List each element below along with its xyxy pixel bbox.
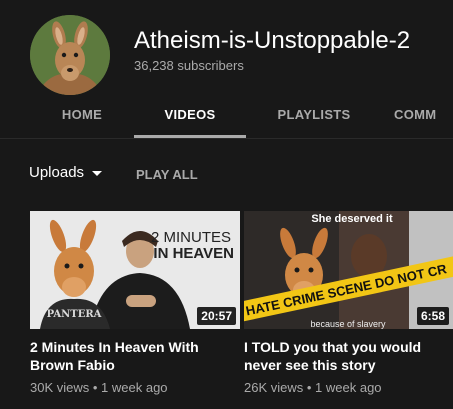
video-title-line: I TOLD you that you would: [244, 339, 422, 355]
video-title-link[interactable]: 2 Minutes In Heaven With Brown Fabio: [30, 338, 240, 374]
upload-age: 1 week ago: [315, 380, 382, 395]
view-count: 26K views: [244, 380, 304, 395]
view-count: 30K views: [30, 380, 90, 395]
thumb-title-text: 2 MINUTES: [151, 229, 231, 246]
tab-label: COMM: [394, 107, 437, 122]
channel-name: Atheism-is-Unstoppable-2: [134, 27, 411, 54]
kangaroo-avatar-image: [30, 15, 110, 95]
video-title-line: never see this story: [244, 357, 376, 373]
tab-home[interactable]: HOME: [47, 95, 117, 136]
tab-videos[interactable]: VIDEOS: [134, 95, 246, 138]
uploads-dropdown[interactable]: Uploads: [29, 164, 103, 181]
video-title-line: 2 Minutes In Heaven With: [30, 339, 199, 355]
caret-down-icon: [92, 170, 103, 176]
tab-community[interactable]: COMM: [394, 95, 453, 136]
meta-separator: •: [89, 380, 102, 395]
video-meta: 26K views • 1 week ago: [244, 380, 382, 395]
thumb-bottom-text: because of slavery: [310, 319, 386, 329]
play-all-button[interactable]: PLAY ALL: [136, 167, 198, 182]
subscriber-count: 36,238 subscribers: [134, 58, 244, 73]
thumb-shirt-text: PANTERA: [47, 309, 102, 320]
video-duration: 6:58: [416, 307, 449, 325]
video-duration: 20:57: [197, 307, 236, 325]
video-thumbnail[interactable]: PANTERA 2 MINUTES IN HEAVEN 20:57: [30, 211, 240, 329]
tab-playlists[interactable]: PLAYLISTS: [262, 95, 366, 136]
tab-label: VIDEOS: [164, 107, 216, 122]
uploads-label: Uploads: [29, 164, 85, 181]
tab-label: PLAYLISTS: [277, 107, 351, 122]
thumb-caption-text: She deserved it: [311, 213, 393, 225]
thumb-title-text: IN HEAVEN: [153, 245, 234, 262]
upload-age: 1 week ago: [101, 380, 168, 395]
video-thumbnail[interactable]: She deserved it HATE CRIME SCENE DO NOT …: [244, 211, 453, 329]
channel-header: Atheism-is-Unstoppable-2 36,238 subscrib…: [0, 0, 453, 138]
header-divider: [0, 138, 453, 139]
video-title-link[interactable]: I TOLD you that you would never see this…: [244, 338, 453, 374]
video-meta: 30K views • 1 week ago: [30, 380, 168, 395]
meta-separator: •: [303, 380, 316, 395]
channel-avatar[interactable]: [30, 15, 110, 95]
tab-label: HOME: [61, 107, 103, 122]
video-title-line: Brown Fabio: [30, 357, 115, 373]
channel-tabs: HOME VIDEOS PLAYLISTS COMM: [0, 95, 453, 138]
